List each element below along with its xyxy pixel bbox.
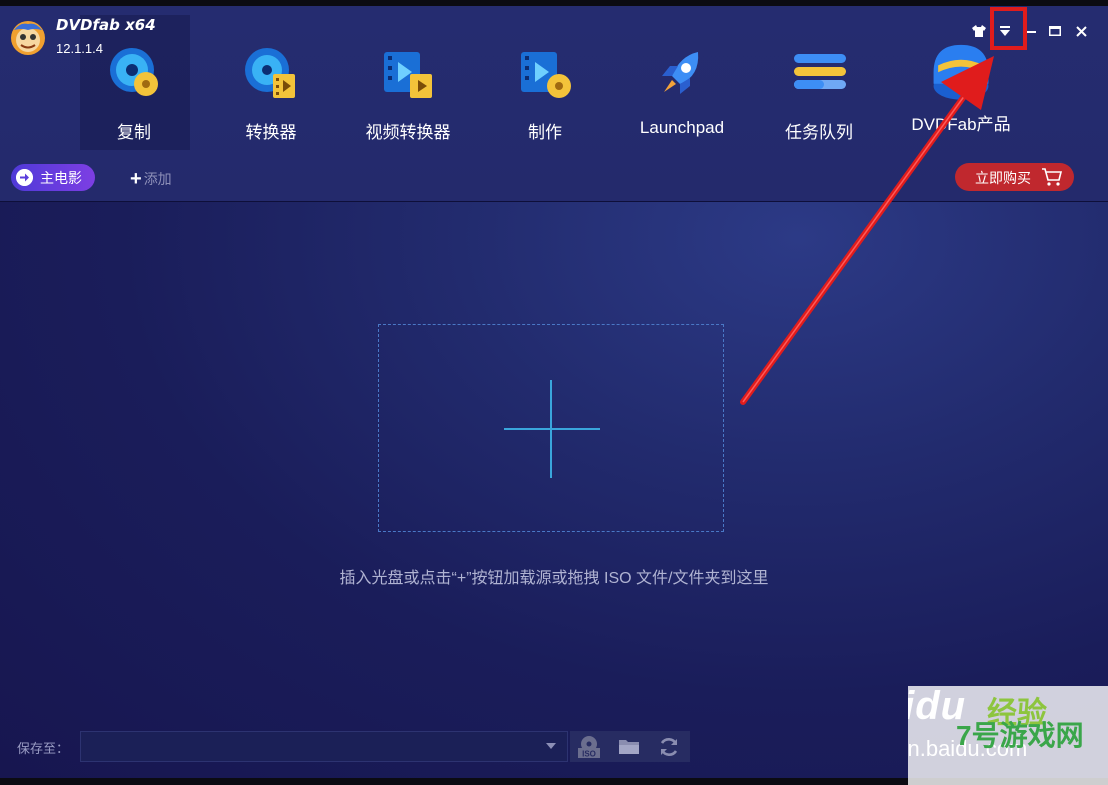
watermark-logo: 7号游戏网 bbox=[956, 720, 1084, 751]
annotation-arrow bbox=[740, 56, 994, 405]
watermark: Baidu 经验 jingyan.baidu.com 7号游戏网 bbox=[908, 686, 1108, 785]
